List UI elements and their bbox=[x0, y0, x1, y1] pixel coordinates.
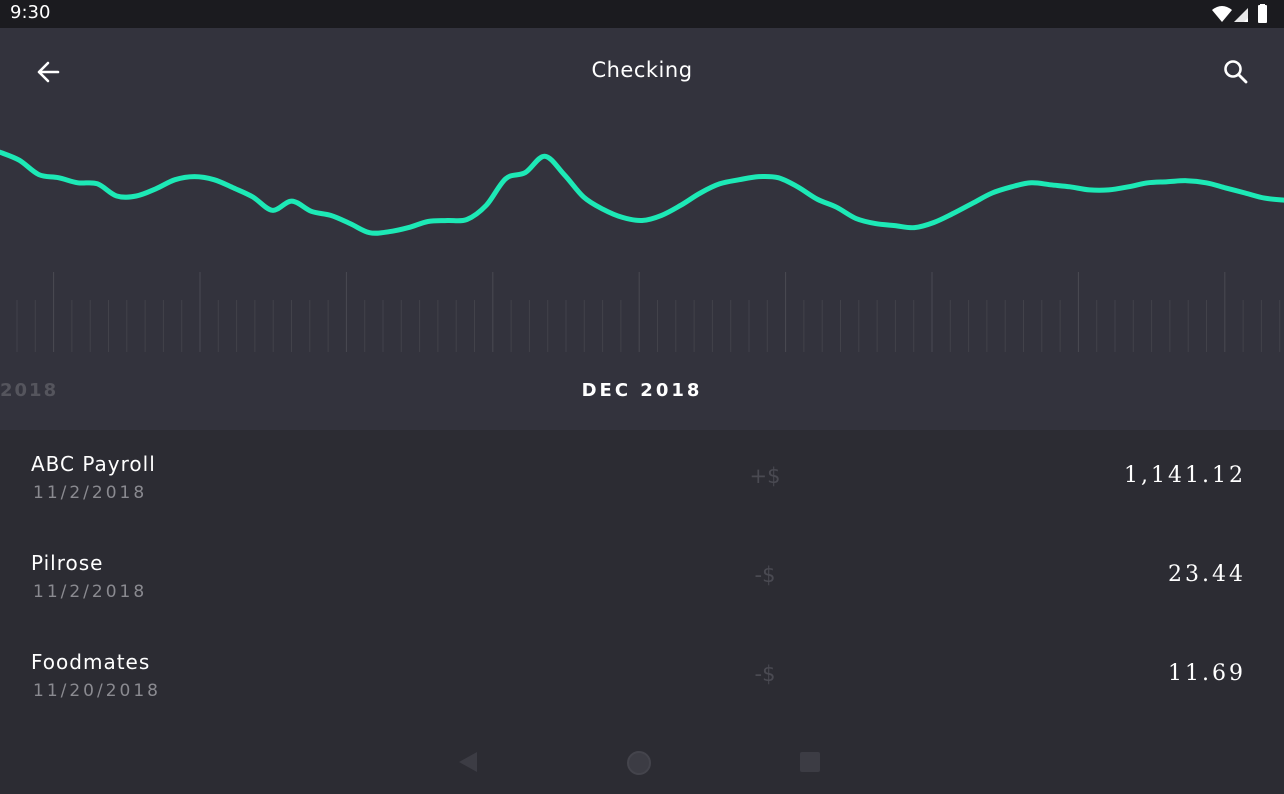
transaction-amount: 23.44 bbox=[1168, 562, 1246, 587]
page-title: Checking bbox=[591, 58, 693, 82]
search-icon bbox=[1224, 60, 1248, 84]
navigation-bar bbox=[0, 730, 1284, 794]
transaction-sign: -$ bbox=[754, 563, 776, 587]
transaction-row[interactable]: Foodmates 11/20/2018 -$ 11.69 bbox=[0, 628, 1284, 727]
nav-home-icon bbox=[627, 751, 651, 775]
nav-back-button[interactable] bbox=[456, 750, 480, 779]
nav-recent-icon bbox=[800, 752, 820, 772]
signal-icon bbox=[1234, 8, 1248, 22]
transaction-date: 11/2/2018 bbox=[33, 483, 148, 503]
search-button[interactable] bbox=[1218, 54, 1254, 90]
transaction-date: 11/2/2018 bbox=[33, 582, 148, 602]
transaction-sign: +$ bbox=[749, 464, 781, 488]
transaction-sign: -$ bbox=[754, 662, 776, 686]
transaction-amount: 11.69 bbox=[1168, 661, 1246, 686]
transaction-name: ABC Payroll bbox=[31, 452, 156, 476]
status-time: 9:30 bbox=[10, 2, 51, 23]
wifi-icon bbox=[1212, 6, 1232, 22]
timeline-ticks bbox=[16, 272, 1281, 352]
balance-line bbox=[0, 149, 1284, 236]
nav-back-icon bbox=[459, 752, 477, 772]
app-bar: Checking bbox=[0, 28, 1284, 114]
transaction-name: Foodmates bbox=[31, 650, 151, 674]
month-label-current[interactable]: DEC 2018 bbox=[0, 380, 1284, 401]
transaction-date: 11/20/2018 bbox=[33, 681, 161, 701]
nav-recent-button[interactable] bbox=[798, 750, 822, 779]
transaction-amount: 1,141.12 bbox=[1124, 463, 1246, 488]
month-selector[interactable]: 2018 DEC 2018 bbox=[0, 380, 1284, 404]
battery-icon bbox=[1258, 4, 1267, 23]
status-icons bbox=[1212, 4, 1267, 23]
nav-home-button[interactable] bbox=[626, 750, 652, 781]
transaction-row[interactable]: Pilrose 11/2/2018 -$ 23.44 bbox=[0, 529, 1284, 628]
transaction-row[interactable]: ABC Payroll 11/2/2018 +$ 1,141.12 bbox=[0, 430, 1284, 529]
transaction-name: Pilrose bbox=[31, 551, 104, 575]
status-bar: 9:30 bbox=[0, 0, 1284, 28]
transaction-list: ABC Payroll 11/2/2018 +$ 1,141.12 Pilros… bbox=[0, 430, 1284, 730]
